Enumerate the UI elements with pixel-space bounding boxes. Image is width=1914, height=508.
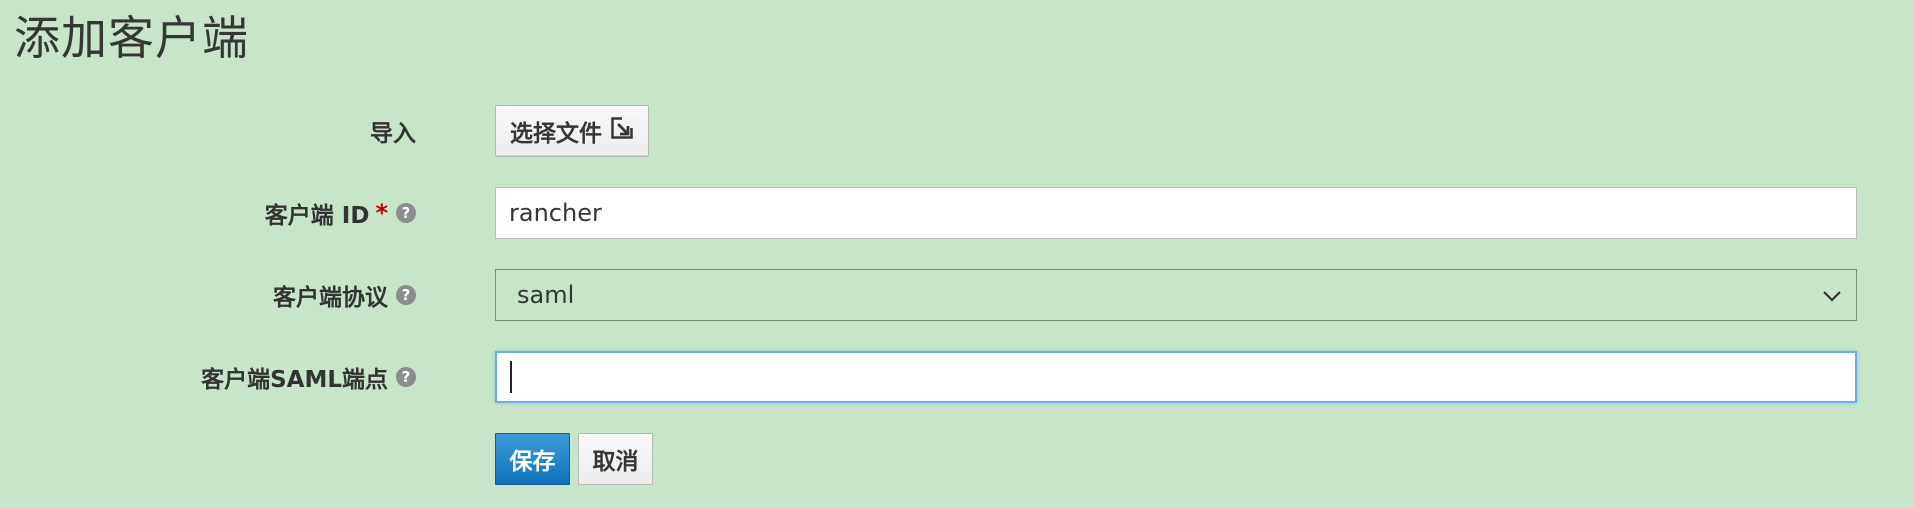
protocol-row: 客户端协议 ? saml	[0, 269, 1914, 321]
client-id-row: 客户端 ID * ? rancher	[0, 187, 1914, 239]
choose-file-button[interactable]: 选择文件	[495, 105, 649, 157]
import-label: 导入	[370, 121, 416, 147]
client-id-label: 客户端 ID	[264, 203, 370, 229]
import-row: 导入 选择文件	[0, 105, 1914, 157]
saml-endpoint-row: 客户端SAML端点 ?	[0, 351, 1914, 403]
import-file-icon	[610, 116, 634, 146]
client-id-value: rancher	[509, 199, 602, 227]
chevron-down-icon	[1822, 281, 1842, 309]
client-id-input[interactable]: rancher	[495, 187, 1857, 239]
protocol-selected-value: saml	[517, 281, 575, 309]
text-cursor	[510, 361, 512, 393]
protocol-label-wrap: 客户端协议 ?	[273, 269, 416, 321]
protocol-label: 客户端协议	[273, 285, 388, 311]
client-id-label-wrap: 客户端 ID * ?	[265, 187, 416, 239]
saml-endpoint-label-wrap: 客户端SAML端点 ?	[201, 351, 416, 403]
save-button[interactable]: 保存	[495, 433, 570, 485]
protocol-select[interactable]: saml	[495, 269, 1857, 321]
saml-endpoint-label: 客户端SAML端点	[201, 367, 388, 393]
actions-row: 保存 取消	[0, 433, 1914, 485]
choose-file-label: 选择文件	[510, 121, 602, 147]
help-icon[interactable]: ?	[396, 203, 416, 223]
page-title: 添加客户端	[14, 11, 249, 65]
help-icon[interactable]: ?	[396, 367, 416, 387]
import-label-wrap: 导入	[370, 105, 416, 157]
help-icon[interactable]: ?	[396, 285, 416, 305]
saml-endpoint-input[interactable]	[495, 351, 1857, 403]
cancel-button[interactable]: 取消	[578, 433, 653, 485]
required-indicator: *	[375, 199, 388, 227]
